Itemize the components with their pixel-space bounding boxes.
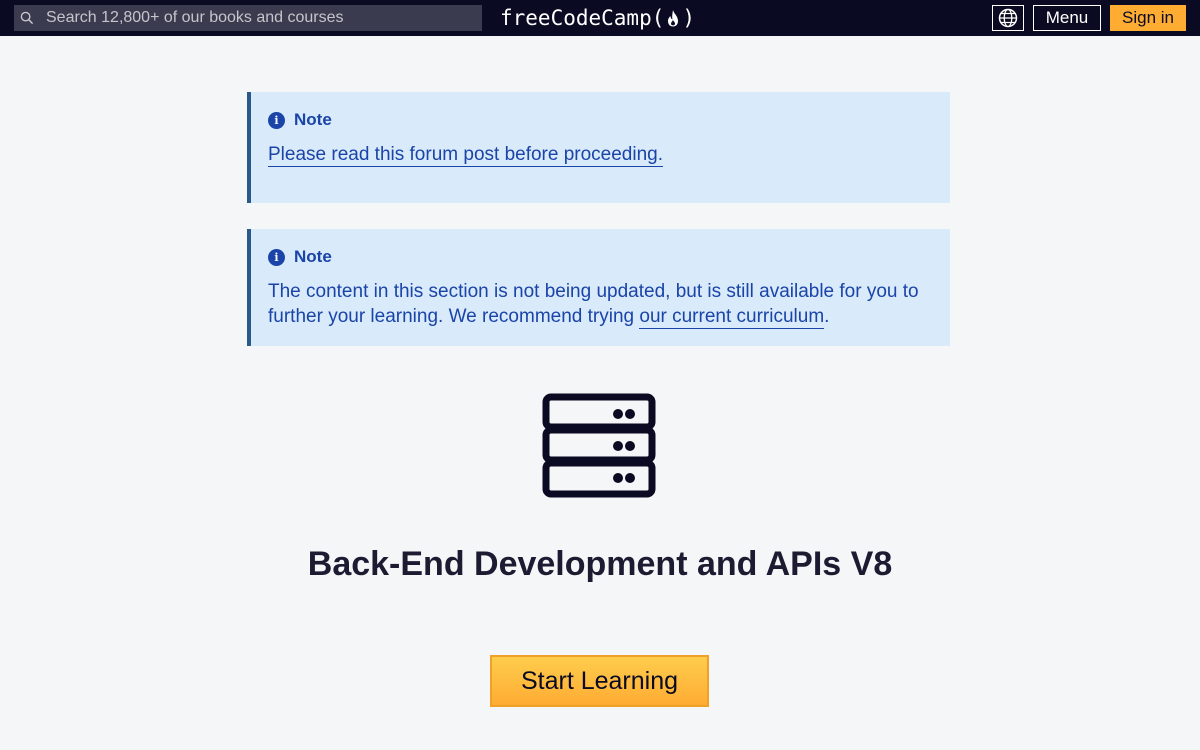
note-body: The content in this section is not being… — [268, 279, 932, 329]
sign-in-button[interactable]: Sign in — [1110, 5, 1186, 31]
page-title: Back-End Development and APIs V8 — [307, 545, 893, 583]
top-navbar: freeCodeCamp( ) Menu Sign in — [0, 0, 1200, 36]
globe-icon — [998, 8, 1018, 28]
search-icon — [20, 11, 34, 25]
info-icon: i — [268, 248, 285, 266]
search-input[interactable] — [46, 9, 466, 27]
menu-button[interactable]: Menu — [1033, 5, 1101, 31]
search-bar[interactable] — [14, 5, 482, 31]
forum-post-link[interactable]: Please read this forum post before proce… — [268, 144, 664, 167]
start-learning-button[interactable]: Start Learning — [490, 655, 709, 707]
note-heading-label: Note — [294, 247, 332, 266]
note-body: Please read this forum post before proce… — [268, 142, 932, 167]
flame-icon — [665, 8, 681, 28]
logo-text-left: freeCodeCamp( — [500, 6, 665, 30]
info-icon: i — [268, 111, 285, 129]
note-forum-post: i Note Please read this forum post befor… — [247, 92, 950, 203]
note-legacy-content: i Note The content in this section is no… — [247, 229, 950, 346]
language-button[interactable] — [992, 5, 1024, 31]
note-text-end: . — [824, 306, 830, 327]
freecodecamp-logo[interactable]: freeCodeCamp( ) — [500, 4, 695, 32]
current-curriculum-link[interactable]: our current curriculum — [639, 306, 825, 329]
note-heading-label: Note — [294, 110, 332, 129]
note-heading: i Note — [268, 110, 932, 130]
note-heading: i Note — [268, 247, 932, 267]
server-icon — [542, 393, 656, 499]
logo-text-right: ) — [682, 6, 696, 30]
